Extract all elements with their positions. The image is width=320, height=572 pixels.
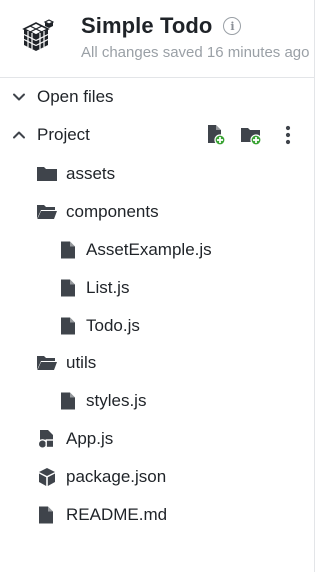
project-header: Simple Todo i All changes saved 16 minut…	[0, 0, 314, 78]
file-icon	[39, 506, 53, 524]
tree-item-label: App.js	[66, 429, 114, 448]
tree-item-utils[interactable]: utils	[0, 344, 314, 382]
tree-item-components[interactable]: components	[0, 193, 314, 231]
new-file-icon[interactable]	[204, 123, 228, 147]
title-row: Simple Todo i	[81, 12, 242, 40]
folder-open-icon	[37, 356, 57, 370]
tree-item-label: styles.js	[86, 391, 147, 410]
section-open-files[interactable]: Open files	[0, 78, 314, 116]
tree-item-package-json[interactable]: package.json	[0, 458, 314, 496]
tree-item-label: components	[66, 202, 159, 221]
tree-item-todo-js[interactable]: Todo.js	[0, 307, 314, 345]
section-open-files-label: Open files	[37, 87, 114, 106]
cube-logo-icon	[22, 19, 54, 51]
tree-item-assets[interactable]: assets	[0, 155, 314, 193]
folder-icon	[37, 167, 57, 181]
chevron-up-icon	[13, 131, 25, 139]
section-project[interactable]: Project	[0, 116, 314, 154]
project-actions	[204, 123, 304, 147]
tree-item-label: List.js	[86, 278, 130, 297]
app-file-icon	[37, 430, 55, 449]
tree-item-styles-js[interactable]: styles.js	[0, 382, 314, 420]
section-project-label: Project	[37, 125, 90, 144]
chevron-down-icon	[13, 93, 25, 101]
tree-item-label: package.json	[66, 467, 167, 486]
save-status: All changes saved 16 minutes ago	[81, 44, 310, 61]
file-icon	[61, 241, 75, 259]
new-folder-icon[interactable]	[240, 123, 264, 147]
tree-item-label: assets	[66, 164, 116, 183]
file-icon	[61, 317, 75, 335]
tree-item-label: Todo.js	[86, 316, 140, 335]
more-vertical-icon[interactable]	[276, 123, 300, 147]
tree-item-list-js[interactable]: List.js	[0, 269, 314, 307]
project-title[interactable]: Simple Todo	[81, 13, 212, 39]
package-icon	[39, 468, 55, 486]
info-icon[interactable]: i	[223, 17, 242, 35]
file-icon	[61, 392, 75, 410]
tree-item-label: AssetExample.js	[86, 240, 212, 259]
file-icon	[61, 279, 75, 297]
sidebar-divider	[314, 0, 315, 572]
tree-item-readme-md[interactable]: README.md	[0, 496, 314, 534]
file-sidebar: Simple Todo i All changes saved 16 minut…	[0, 0, 315, 572]
folder-open-icon	[37, 205, 57, 219]
tree-item-app-js[interactable]: App.js	[0, 420, 314, 458]
tree-item-assetexample-js[interactable]: AssetExample.js	[0, 231, 314, 269]
tree-item-label: utils	[66, 353, 97, 372]
tree-item-label: README.md	[66, 505, 168, 524]
